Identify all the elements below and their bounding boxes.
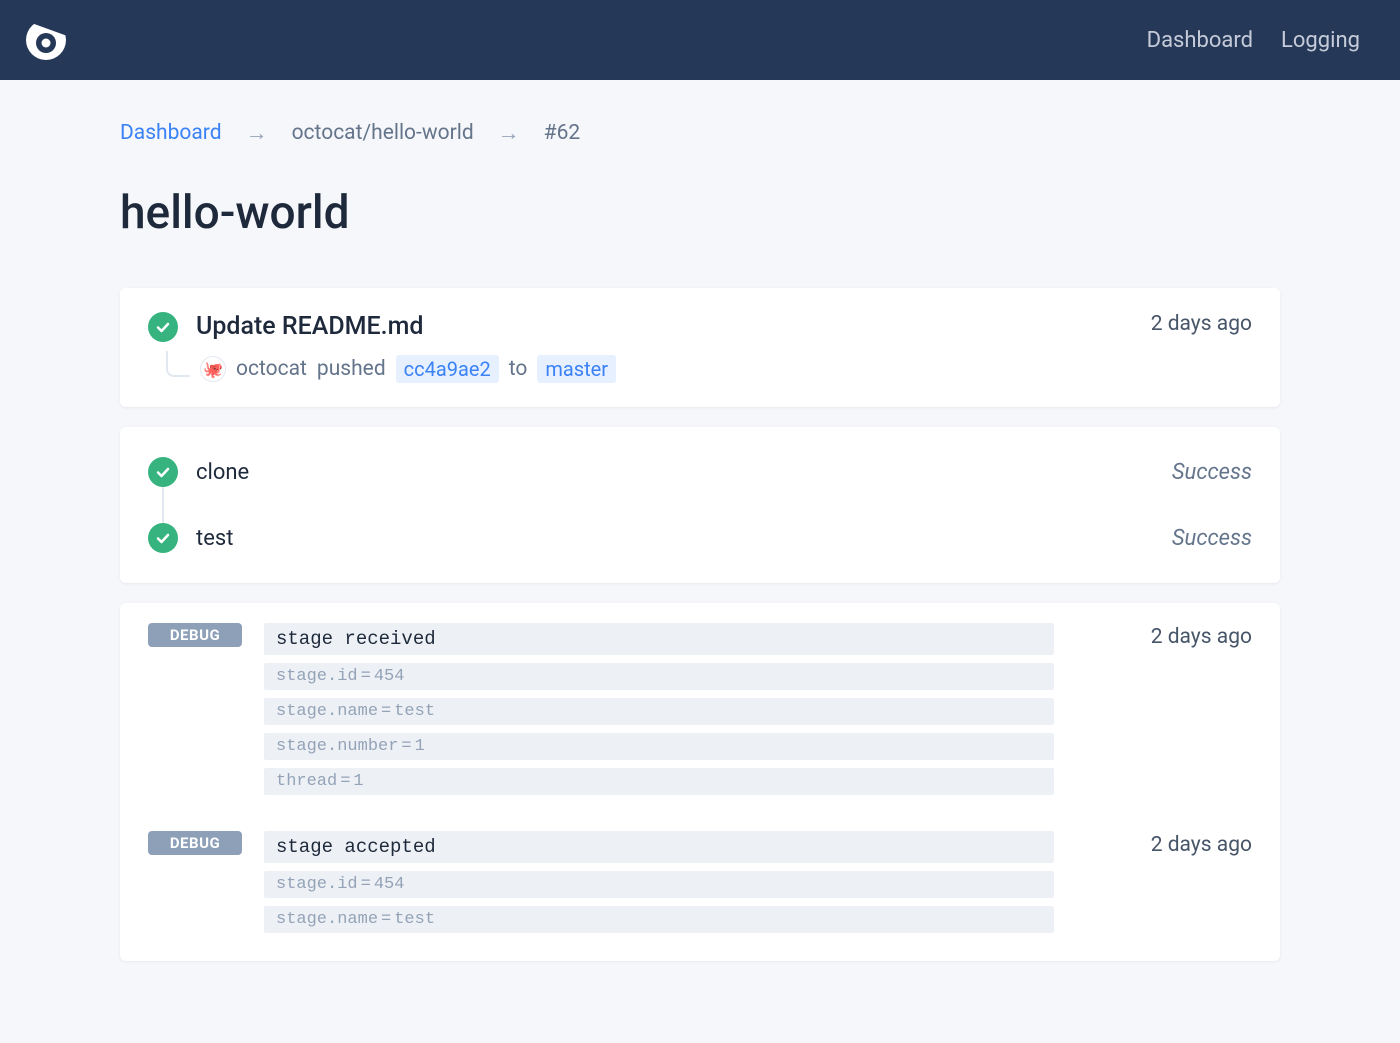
log-field: thread=1	[264, 768, 1054, 795]
log-level-badge: DEBUG	[148, 623, 242, 647]
log-time: 2 days ago	[1151, 623, 1252, 803]
commit-to: to	[509, 357, 528, 381]
commit-branch[interactable]: master	[537, 355, 616, 383]
log-entry: DEBUG stage accepted stage.id=454 stage.n…	[148, 831, 1252, 941]
commit-time: 2 days ago	[1151, 312, 1252, 336]
status-success-icon	[148, 312, 178, 342]
breadcrumb: Dashboard → octocat/hello-world → #62	[120, 120, 1280, 146]
avatar[interactable]: 🐙	[200, 356, 226, 382]
commit-verb: pushed	[317, 357, 386, 381]
log-field: stage.number=1	[264, 733, 1054, 760]
breadcrumb-dashboard[interactable]: Dashboard	[120, 121, 222, 145]
step-row[interactable]: clone Success	[148, 451, 1252, 493]
log-level-badge: DEBUG	[148, 831, 242, 855]
log-message: stage accepted	[264, 831, 1054, 863]
log-message: stage received	[264, 623, 1054, 655]
steps-card: clone Success test Success	[120, 427, 1280, 583]
commit-author: octocat	[236, 357, 307, 381]
step-status: Success	[1172, 526, 1252, 551]
commit-meta: 🐙 octocat pushed cc4a9ae2 to master	[196, 355, 616, 383]
page-title: hello-world	[120, 186, 1280, 240]
navbar: Dashboard Logging	[0, 0, 1400, 80]
tree-connector-icon	[162, 481, 164, 523]
step-name: clone	[196, 460, 249, 485]
drone-logo-icon[interactable]	[24, 18, 68, 62]
nav-link-logging[interactable]: Logging	[1281, 28, 1360, 53]
step-status: Success	[1172, 460, 1252, 485]
status-success-icon	[148, 457, 178, 487]
log-field: stage.id=454	[264, 663, 1054, 690]
nav-link-dashboard[interactable]: Dashboard	[1147, 28, 1253, 53]
log-field: stage.name=test	[264, 698, 1054, 725]
log-time: 2 days ago	[1151, 831, 1252, 941]
chevron-right-icon: →	[246, 120, 268, 146]
step-name: test	[196, 526, 233, 551]
step-row[interactable]: test Success	[148, 517, 1252, 559]
chevron-right-icon: →	[498, 120, 520, 146]
commit-message: Update README.md	[196, 312, 616, 341]
breadcrumb-repo[interactable]: octocat/hello-world	[292, 121, 474, 145]
nav-links: Dashboard Logging	[1147, 28, 1360, 53]
log-field: stage.id=454	[264, 871, 1054, 898]
breadcrumb-build: #62	[544, 121, 581, 145]
commit-card: Update README.md 🐙 octocat pushed cc4a9a…	[120, 288, 1280, 407]
status-success-icon	[148, 523, 178, 553]
log-entry: DEBUG stage received stage.id=454 stage.n…	[148, 623, 1252, 803]
log-field: stage.name=test	[264, 906, 1054, 933]
logs-card: DEBUG stage received stage.id=454 stage.n…	[120, 603, 1280, 961]
commit-sha[interactable]: cc4a9ae2	[396, 355, 499, 383]
